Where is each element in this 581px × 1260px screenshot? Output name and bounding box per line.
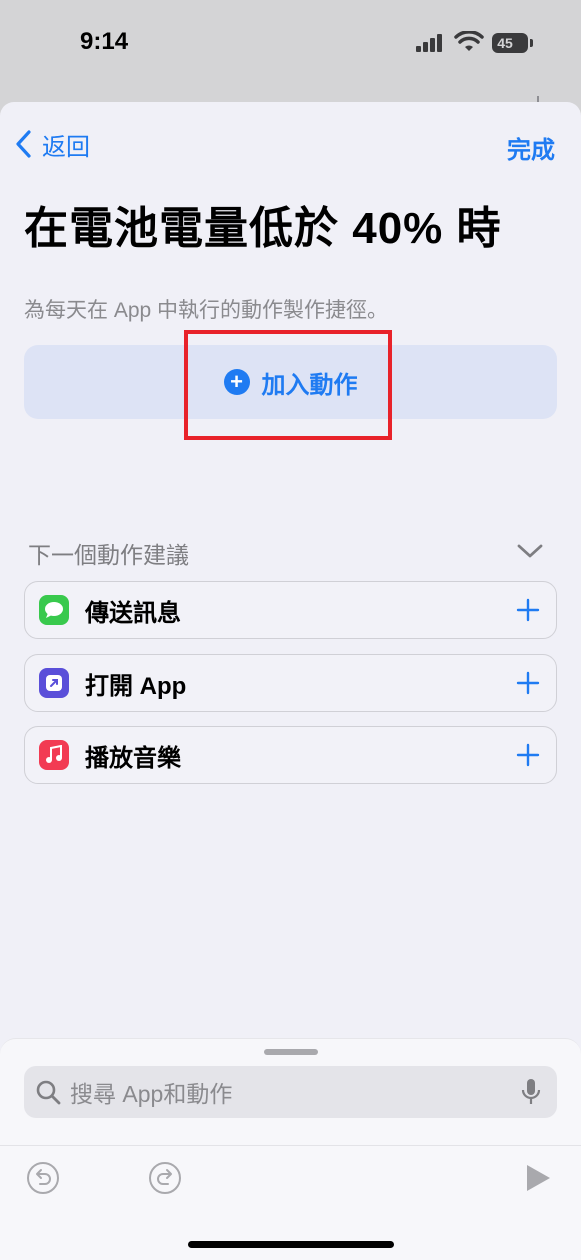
highlight-box <box>184 330 392 440</box>
battery-icon: 45 <box>492 33 533 53</box>
suggestion-open-app[interactable]: 打開 App <box>24 654 557 712</box>
chevron-left-icon <box>16 130 31 158</box>
back-button[interactable]: 返回 <box>14 128 90 161</box>
add-icon[interactable] <box>516 671 540 695</box>
suggestion-label: 播放音樂 <box>85 744 181 772</box>
redo-icon[interactable] <box>148 1161 182 1195</box>
undo-icon[interactable] <box>26 1161 60 1195</box>
suggestions-header: 下一個動作建議 <box>28 542 189 568</box>
done-button[interactable]: 完成 <box>507 130 555 165</box>
status-bar: 9:14 45 <box>0 0 581 90</box>
status-time: 9:14 <box>80 28 129 55</box>
suggestion-label: 傳送訊息 <box>85 599 181 627</box>
search-icon <box>36 1080 61 1105</box>
chevron-down-icon[interactable] <box>516 542 544 560</box>
back-label: 返回 <box>42 133 90 161</box>
cellular-signal-icon <box>416 34 442 52</box>
suggestion-send-message[interactable]: 傳送訊息 <box>24 581 557 639</box>
suggestion-label: 打開 App <box>85 672 187 700</box>
battery-level: 45 <box>497 35 513 51</box>
page-subtitle: 為每天在 App 中執行的動作製作捷徑。 <box>24 299 389 322</box>
search-field[interactable]: 搜尋 App和動作 <box>24 1066 557 1118</box>
divider <box>0 1145 581 1146</box>
open-app-icon <box>39 668 69 698</box>
action-search-panel: 搜尋 App和動作 <box>0 1038 581 1260</box>
home-indicator <box>188 1241 394 1248</box>
music-icon <box>39 740 69 770</box>
microphone-icon[interactable] <box>521 1077 541 1107</box>
panel-handle[interactable] <box>264 1049 318 1055</box>
suggestion-play-music[interactable]: 播放音樂 <box>24 726 557 784</box>
search-placeholder: 搜尋 App和動作 <box>70 1081 233 1107</box>
add-icon[interactable] <box>516 598 540 622</box>
shortcut-sheet: 返回 完成 在電池電量低於 40% 時 為每天在 App 中執行的動作製作捷徑。… <box>0 102 581 1260</box>
page-title: 在電池電量低於 40% 時 <box>24 204 502 253</box>
play-icon[interactable] <box>524 1163 552 1193</box>
wifi-icon <box>454 31 484 51</box>
messages-icon <box>39 595 69 625</box>
add-icon[interactable] <box>516 743 540 767</box>
